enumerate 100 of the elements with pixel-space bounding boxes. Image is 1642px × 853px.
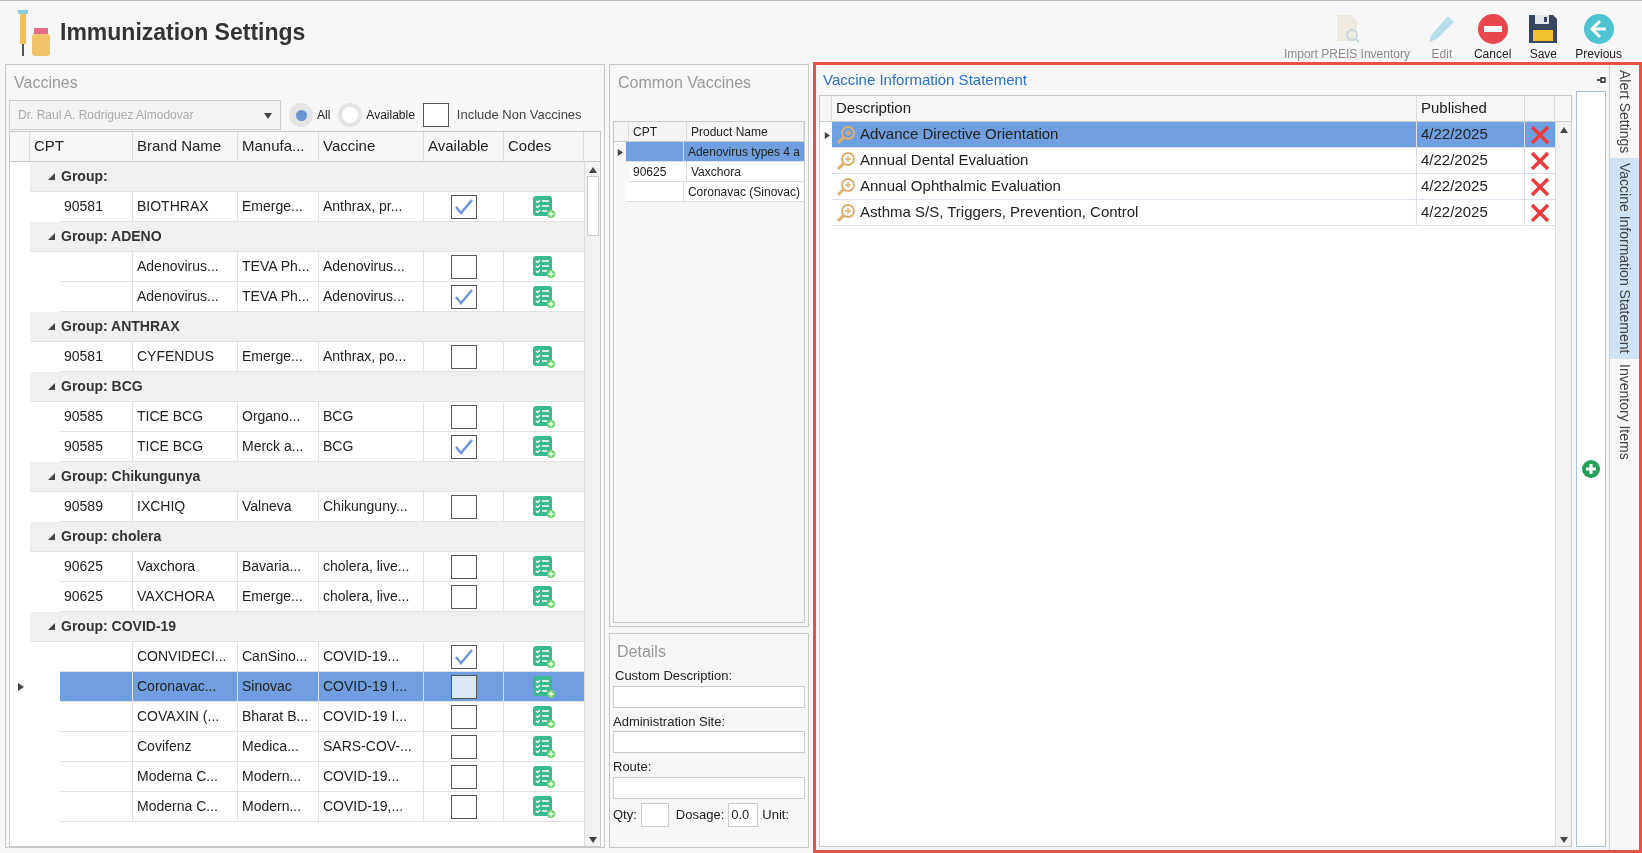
checkbox[interactable] (450, 734, 477, 759)
table-row[interactable]: 90589 IXCHIQ Valneva Chikunguny... (60, 492, 584, 522)
checkbox[interactable] (450, 344, 477, 369)
toolbar-button[interactable]: Cancel (1465, 2, 1520, 63)
checklist-add-icon[interactable] (532, 794, 556, 819)
checkbox[interactable] (450, 764, 477, 789)
scrollbar[interactable] (1555, 122, 1571, 846)
checklist-add-icon[interactable] (532, 434, 556, 459)
toolbar-button[interactable]: Save (1519, 2, 1568, 63)
column-header[interactable]: Codes (504, 132, 584, 161)
table-row[interactable]: 90585 TICE BCG Organo... BCG (60, 402, 584, 432)
scrollbar[interactable] (584, 162, 600, 846)
expand-caret-icon[interactable] (48, 383, 55, 390)
table-row[interactable]: Annual Ophthalmic Evaluation 4/22/2025 (832, 174, 1555, 200)
table-row[interactable]: Coronavac... Sinovac COVID-19 I... (60, 672, 584, 702)
table-row[interactable]: 90585 TICE BCG Merck a... BCG (60, 432, 584, 462)
expand-caret-icon[interactable] (48, 473, 55, 480)
column-header[interactable]: CPT (629, 122, 687, 141)
table-row[interactable]: Asthma S/S, Triggers, Prevention, Control 4/22/2025 (832, 200, 1555, 226)
column-header[interactable]: Brand Name (133, 132, 238, 161)
column-header[interactable]: Product Name (687, 122, 804, 141)
group-label: Group: Chikungunya (61, 467, 201, 486)
checklist-add-icon[interactable] (532, 584, 556, 609)
table-row[interactable]: Moderna C... Modern... COVID-19,... (60, 792, 584, 822)
checkbox[interactable] (450, 434, 477, 459)
table-row[interactable]: Coronavac (Sinovac) (625, 182, 804, 202)
dropdown-caret-icon[interactable] (264, 111, 272, 119)
checkbox[interactable] (450, 674, 477, 699)
checkbox[interactable] (450, 794, 477, 819)
table-cell: 90625 (60, 582, 133, 611)
row-pointer-icon[interactable] (822, 131, 830, 139)
checkbox[interactable] (450, 584, 477, 609)
table-row[interactable]: 90625 Vaxchora (629, 162, 804, 182)
checkbox[interactable] (450, 254, 477, 279)
delete-x-icon[interactable] (1530, 176, 1550, 197)
checkbox[interactable] (450, 494, 477, 519)
side-tab[interactable]: Inventory Items (1610, 358, 1639, 465)
table-row[interactable]: 90625 Vaxchora Bavaria... cholera, live... (60, 552, 584, 582)
row-pointer-icon[interactable] (16, 683, 24, 691)
checkbox[interactable] (450, 704, 477, 729)
expand-caret-icon[interactable] (48, 233, 55, 240)
side-tab[interactable]: Alert Settings (1610, 65, 1639, 159)
checklist-add-icon[interactable] (532, 284, 556, 309)
checklist-add-icon[interactable] (532, 734, 556, 759)
input-field[interactable] (613, 685, 805, 708)
checklist-add-icon[interactable] (532, 764, 556, 789)
checkbox[interactable] (450, 284, 477, 309)
expand-caret-icon[interactable] (48, 323, 55, 330)
column-header[interactable]: Vaccine (319, 132, 424, 161)
table-row[interactable]: 90581 BIOTHRAX Emerge... Anthrax, pr... (60, 192, 584, 222)
delete-x-icon[interactable] (1530, 202, 1550, 223)
checklist-add-icon[interactable] (532, 494, 556, 519)
scroll-down-icon[interactable] (588, 835, 597, 843)
table-row[interactable]: Covifenz Medica... SARS-COV-... (60, 732, 584, 762)
expand-caret-icon[interactable] (48, 173, 55, 180)
checklist-add-icon[interactable] (532, 554, 556, 579)
scroll-down-icon[interactable] (1559, 835, 1568, 843)
radio-button[interactable] (289, 103, 313, 127)
input-field[interactable] (613, 776, 805, 799)
checklist-add-icon[interactable] (532, 254, 556, 279)
table-row[interactable]: Annual Dental Evaluation 4/22/2025 (832, 148, 1555, 174)
checkbox[interactable] (450, 404, 477, 429)
scroll-up-icon[interactable] (588, 165, 597, 173)
table-row[interactable]: Adenovirus... TEVA Ph... Adenovirus... (60, 282, 584, 312)
checklist-add-icon[interactable] (532, 344, 556, 369)
checkbox[interactable] (422, 103, 449, 127)
column-header[interactable]: Description (832, 96, 1417, 121)
table-row[interactable]: 90581 CYFENDUS Emerge... Anthrax, po... (60, 342, 584, 372)
pin-icon[interactable] (1596, 75, 1606, 85)
input-field[interactable] (613, 731, 805, 753)
input-field[interactable] (640, 802, 669, 827)
table-row[interactable]: Moderna C... Modern... COVID-19... (60, 762, 584, 792)
expand-caret-icon[interactable] (48, 533, 55, 540)
add-icon[interactable] (1582, 460, 1600, 478)
table-row[interactable]: Adenovirus... TEVA Ph... Adenovirus... (60, 252, 584, 282)
table-row[interactable]: Adenovirus types 4 a (625, 142, 804, 162)
row-pointer-icon[interactable] (616, 148, 624, 156)
column-header[interactable]: Published (1417, 96, 1525, 121)
expand-caret-icon[interactable] (48, 623, 55, 630)
toolbar-button[interactable]: Previous (1567, 2, 1630, 63)
input-field[interactable]: 0.0 (728, 802, 759, 827)
checklist-add-icon[interactable] (532, 194, 556, 219)
checklist-add-icon[interactable] (532, 674, 556, 699)
checkbox[interactable] (450, 194, 477, 219)
radio-button[interactable] (338, 103, 363, 127)
delete-x-icon[interactable] (1530, 150, 1550, 171)
column-header[interactable]: Available (424, 132, 504, 161)
checkbox[interactable] (450, 644, 477, 669)
table-row[interactable]: COVAXIN (... Bharat B... COVID-19 I... (60, 702, 584, 732)
checklist-add-icon[interactable] (532, 704, 556, 729)
table-row[interactable]: 90625 VAXCHORA Emerge... cholera, live... (60, 582, 584, 612)
checklist-add-icon[interactable] (532, 644, 556, 669)
checkbox[interactable] (450, 554, 477, 579)
scroll-thumb[interactable] (586, 176, 599, 236)
scroll-up-icon[interactable] (1559, 125, 1568, 133)
column-header[interactable]: Manufa... (238, 132, 319, 161)
checklist-add-icon[interactable] (532, 404, 556, 429)
table-row[interactable]: CONVIDECI... CanSino... COVID-19... (60, 642, 584, 672)
side-tab[interactable]: Vaccine Information Statement (1610, 158, 1639, 359)
column-header[interactable]: CPT (30, 132, 133, 161)
